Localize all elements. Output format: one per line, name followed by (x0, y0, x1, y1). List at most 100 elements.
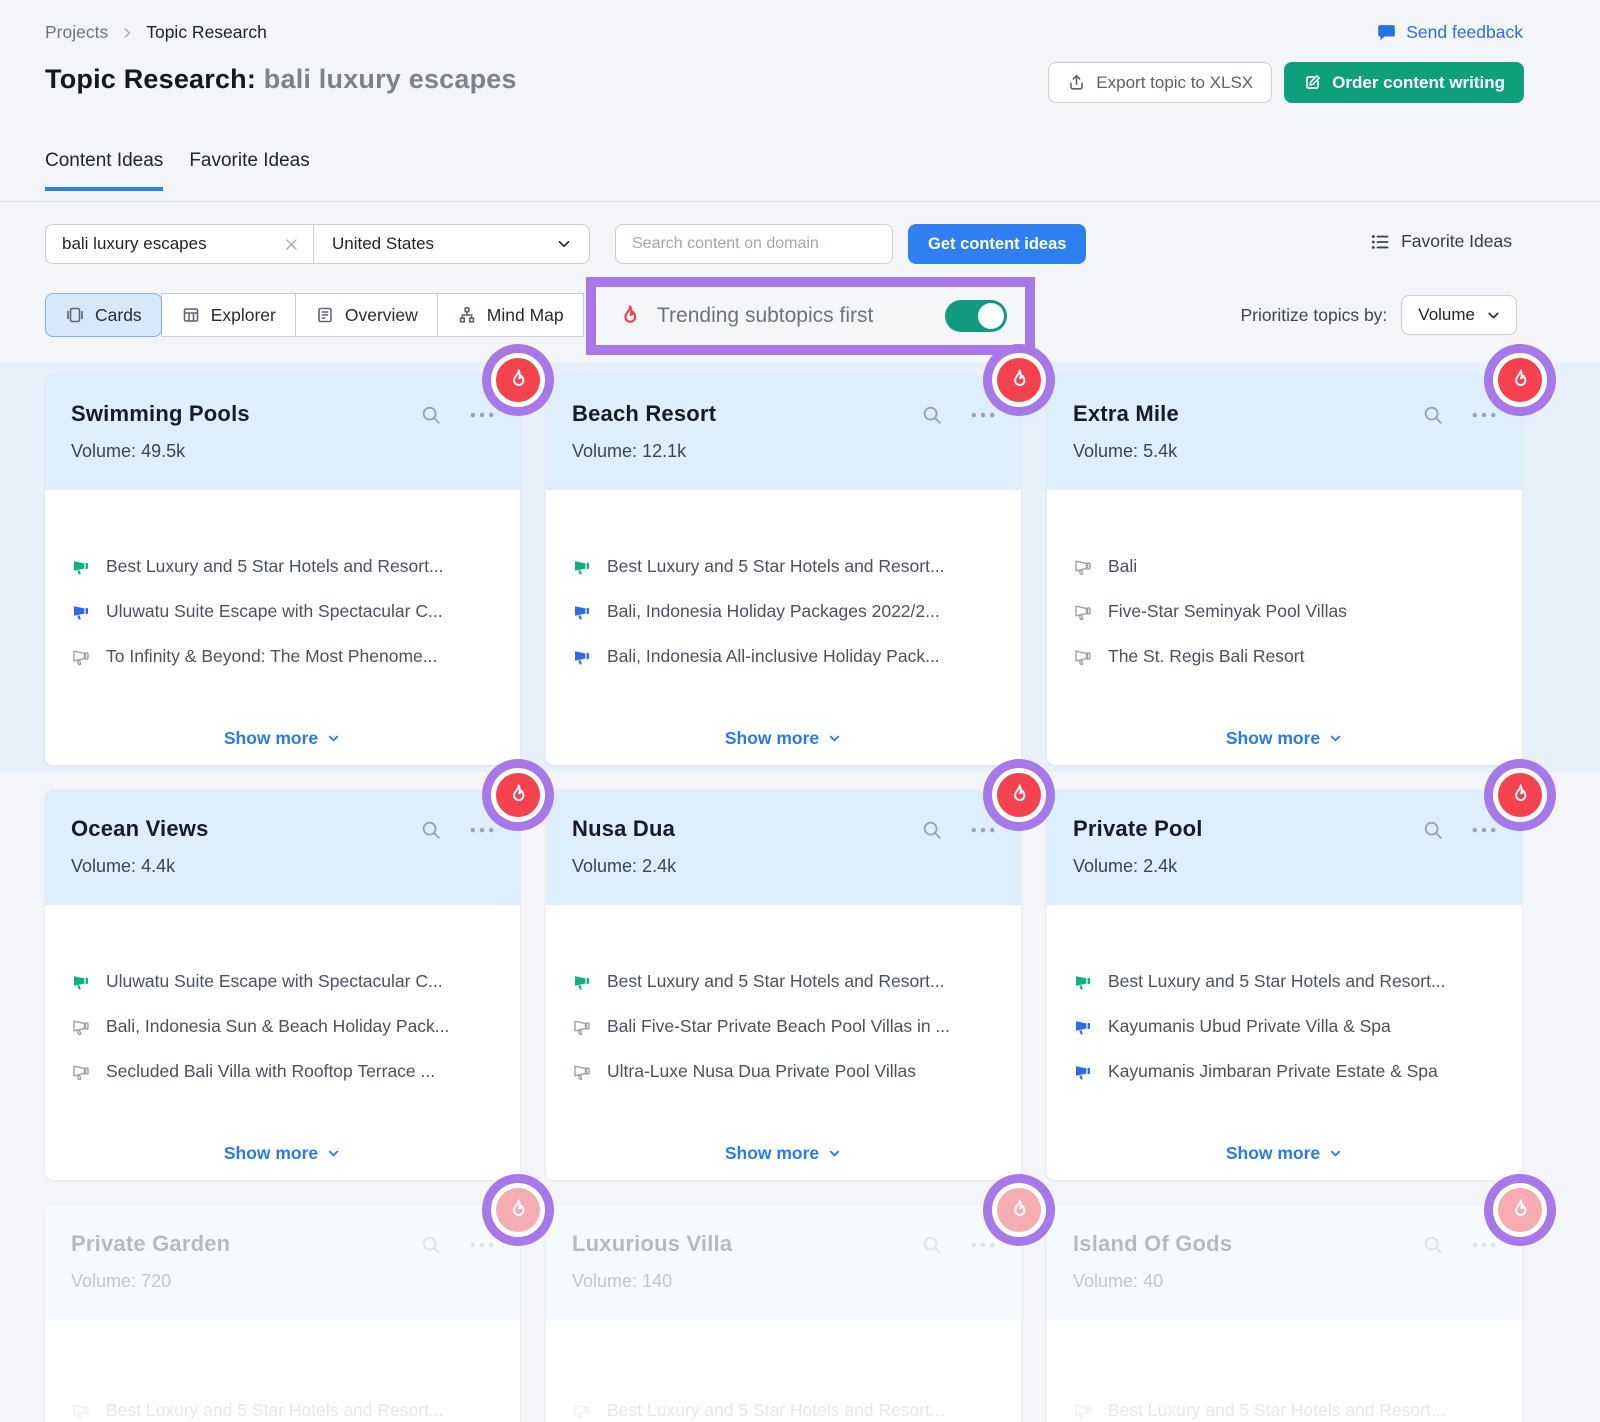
content-idea-item[interactable]: Bali, Indonesia Sun & Beach Holiday Pack… (71, 1016, 494, 1037)
card-title: Ocean Views (71, 816, 209, 842)
view-mindmap-button[interactable]: Mind Map (437, 293, 584, 337)
breadcrumb-topic-research: Topic Research (146, 22, 267, 43)
upload-icon (1067, 73, 1086, 92)
content-idea-item[interactable]: Bali, Indonesia Holiday Packages 2022/2.… (572, 601, 995, 622)
card-title: Private Garden (71, 1231, 230, 1257)
search-icon[interactable] (420, 1234, 442, 1256)
domain-search-input[interactable] (615, 224, 893, 264)
trending-toggle-switch[interactable] (945, 300, 1007, 332)
send-feedback-link[interactable]: Send feedback (1376, 22, 1523, 43)
show-more-button[interactable]: Show more (546, 1143, 1021, 1164)
megaphone-icon (1073, 972, 1093, 992)
content-idea-item[interactable]: Bali, Indonesia All-inclusive Holiday Pa… (572, 646, 995, 667)
content-idea-item[interactable]: Kayumanis Jimbaran Private Estate & Spa (1073, 1061, 1496, 1082)
megaphone-icon (572, 557, 592, 577)
trending-topic-badge (1484, 1174, 1556, 1246)
view-overview-button[interactable]: Overview (295, 293, 438, 337)
fire-icon (1498, 1188, 1542, 1232)
show-more-button[interactable]: Show more (1047, 1143, 1522, 1164)
megaphone-icon (71, 972, 91, 992)
overview-view-icon (315, 305, 335, 325)
more-menu-icon[interactable] (1472, 412, 1496, 418)
prioritize-label: Prioritize topics by: (1240, 305, 1387, 326)
breadcrumb: Projects Topic Research (45, 22, 267, 43)
more-menu-icon[interactable] (971, 1242, 995, 1248)
country-select[interactable]: United States (314, 225, 589, 263)
megaphone-icon (572, 972, 592, 992)
content-idea-item[interactable]: Five-Star Seminyak Pool Villas (1073, 601, 1496, 622)
search-icon[interactable] (921, 404, 943, 426)
megaphone-icon (572, 1017, 592, 1037)
content-idea-item[interactable]: Kayumanis Ubud Private Villa & Spa (1073, 1016, 1496, 1037)
search-icon[interactable] (1422, 819, 1444, 841)
content-idea-item[interactable]: Secluded Bali Villa with Rooftop Terrace… (71, 1061, 494, 1082)
content-idea-item[interactable]: Best Luxury and 5 Star Hotels and Resort… (572, 1400, 995, 1421)
content-idea-item[interactable]: Best Luxury and 5 Star Hotels and Resort… (572, 556, 995, 577)
topic-card: Extra Mile Volume: 5.4k Bali Five-Star S… (1047, 375, 1522, 765)
more-menu-icon[interactable] (470, 1242, 494, 1248)
more-menu-icon[interactable] (971, 412, 995, 418)
volume-label: Volume: 2.4k (572, 856, 995, 877)
content-idea-item[interactable]: Bali Five-Star Private Beach Pool Villas… (572, 1016, 995, 1037)
prioritize-select[interactable]: Volume (1401, 295, 1517, 335)
tab-content-ideas[interactable]: Content Ideas (45, 150, 163, 191)
topic-card: Luxurious Villa Volume: 140 Best Luxury … (546, 1205, 1021, 1422)
content-idea-item[interactable]: Ultra-Luxe Nusa Dua Private Pool Villas (572, 1061, 995, 1082)
content-idea-item[interactable]: Uluwatu Suite Escape with Spectacular C.… (71, 601, 494, 622)
card-title: Swimming Pools (71, 401, 250, 427)
show-more-button[interactable]: Show more (546, 728, 1021, 749)
keyword-input[interactable]: bali luxury escapes (46, 225, 314, 263)
content-idea-item[interactable]: Best Luxury and 5 Star Hotels and Resort… (71, 556, 494, 577)
content-idea-item[interactable]: Best Luxury and 5 Star Hotels and Resort… (71, 1400, 494, 1421)
search-icon[interactable] (921, 1234, 943, 1256)
view-cards-label: Cards (95, 305, 142, 326)
content-idea-item[interactable]: Best Luxury and 5 Star Hotels and Resort… (1073, 1400, 1496, 1421)
order-content-writing-label: Order content writing (1332, 73, 1505, 93)
view-cards-button[interactable]: Cards (45, 293, 162, 337)
more-menu-icon[interactable] (470, 827, 494, 833)
close-icon[interactable] (284, 237, 299, 252)
search-icon[interactable] (1422, 1234, 1444, 1256)
megaphone-icon (71, 602, 91, 622)
search-icon[interactable] (921, 819, 943, 841)
search-icon[interactable] (420, 819, 442, 841)
content-idea-item[interactable]: The St. Regis Bali Resort (1073, 646, 1496, 667)
view-explorer-button[interactable]: Explorer (161, 293, 296, 337)
content-idea-item[interactable]: Best Luxury and 5 Star Hotels and Resort… (1073, 971, 1496, 992)
more-menu-icon[interactable] (470, 412, 494, 418)
content-idea-item[interactable]: Best Luxury and 5 Star Hotels and Resort… (572, 971, 995, 992)
country-value: United States (332, 234, 434, 254)
megaphone-icon (572, 602, 592, 622)
cards-grid: Swimming Pools Volume: 49.5k Best Luxury… (45, 375, 1522, 1422)
show-more-button[interactable]: Show more (1047, 728, 1522, 749)
order-content-writing-button[interactable]: Order content writing (1284, 62, 1524, 103)
more-menu-icon[interactable] (1472, 1242, 1496, 1248)
content-idea-item[interactable]: To Infinity & Beyond: The Most Phenome..… (71, 646, 494, 667)
favorite-ideas-label: Favorite Ideas (1401, 231, 1512, 252)
trending-topic-badge (1484, 344, 1556, 416)
more-menu-icon[interactable] (971, 827, 995, 833)
get-content-ideas-button[interactable]: Get content ideas (908, 224, 1086, 264)
show-more-button[interactable]: Show more (45, 1143, 520, 1164)
search-icon[interactable] (1422, 404, 1444, 426)
content-idea-item[interactable]: Bali (1073, 556, 1496, 577)
keyword-value: bali luxury escapes (62, 234, 284, 254)
fire-icon (496, 1188, 540, 1232)
content-idea-item[interactable]: Uluwatu Suite Escape with Spectacular C.… (71, 971, 494, 992)
volume-label: Volume: 140 (572, 1271, 995, 1292)
megaphone-icon (572, 1401, 592, 1421)
topic-card: Ocean Views Volume: 4.4k Uluwatu Suite E… (45, 790, 520, 1180)
more-menu-icon[interactable] (1472, 827, 1496, 833)
tab-favorite-ideas[interactable]: Favorite Ideas (189, 150, 309, 191)
view-mindmap-label: Mind Map (487, 305, 564, 326)
breadcrumb-projects[interactable]: Projects (45, 22, 108, 43)
megaphone-icon (71, 647, 91, 667)
cards-view-icon (65, 305, 85, 325)
favorite-ideas-link[interactable]: Favorite Ideas (1370, 231, 1512, 252)
export-xlsx-button[interactable]: Export topic to XLSX (1048, 62, 1272, 103)
card-title: Extra Mile (1073, 401, 1179, 427)
tabs-divider (0, 201, 1600, 202)
search-icon[interactable] (420, 404, 442, 426)
show-more-button[interactable]: Show more (45, 728, 520, 749)
volume-label: Volume: 12.1k (572, 441, 995, 462)
